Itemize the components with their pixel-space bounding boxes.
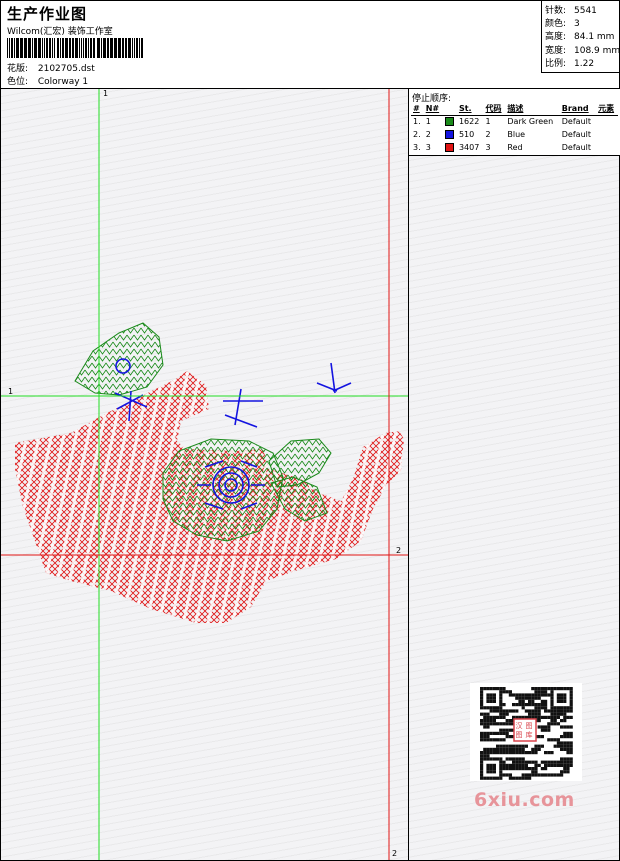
design-stats: 针数: 5541 颜色: 3 高度: 84.1 mm 宽度: 108.9 mm 比例: 1… <box>541 1 620 73</box>
stop-sequence-panel: 停止顺序: # N# St. 代码 描述 Brand 元素 1. 1 1622 … <box>409 89 620 156</box>
qr-code: 汉图图库 <box>470 683 582 781</box>
svg-text:汉: 汉 <box>516 722 523 730</box>
page-title: 生产作业图 <box>7 5 88 23</box>
table-row: 3. 3 3407 3 Red Default <box>413 143 591 152</box>
col-brand: Brand <box>559 102 597 116</box>
col-code: 代码 <box>483 102 506 116</box>
stat-height: 高度: 84.1 mm <box>545 32 615 43</box>
embroidery-design <box>1 89 408 860</box>
colorway-value: Colorway 1 <box>37 77 89 87</box>
color-swatch <box>444 143 454 152</box>
color-swatch <box>444 117 454 127</box>
color-swatch <box>444 130 454 139</box>
stat-width: 宽度: 108.9 mm <box>545 45 620 56</box>
guide-label-h2: 2 <box>396 546 402 555</box>
stat-scale: 比例: 1.22 <box>545 58 595 69</box>
table-row: 2. 2 510 2 Blue Default <box>413 130 591 139</box>
svg-text:图: 图 <box>516 731 523 739</box>
svg-text:图: 图 <box>526 722 533 730</box>
design-file-value: 2102705.dst <box>37 64 95 74</box>
design-file-label: 花版: <box>7 64 29 74</box>
col-n: N# <box>423 102 443 116</box>
barcode <box>7 38 143 58</box>
company-name: Wilcom(汇宏) 装饰工作室 <box>7 27 113 37</box>
guide-label-v2: 2 <box>392 849 398 858</box>
stat-colors: 颜色: 3 <box>545 19 580 30</box>
col-swatch <box>442 102 457 116</box>
col-stitches: St. <box>456 102 484 116</box>
col-index: # <box>411 102 424 116</box>
design-file-row: 花版: 2102705.dst <box>7 63 95 76</box>
header-panel: 生产作业图 Wilcom(汇宏) 装饰工作室 花版: 2102705.dst 色… <box>0 0 620 88</box>
stop-sequence-table: # N# St. 代码 描述 Brand 元素 1. 1 1622 1 Dark… <box>411 102 618 154</box>
stat-stitches: 针数: 5541 <box>545 6 597 16</box>
col-description: 描述 <box>505 102 560 116</box>
svg-text:库: 库 <box>526 730 533 739</box>
table-row: 1. 1 1622 1 Dark Green Default <box>413 117 591 127</box>
watermark-text: 6xiu.com <box>474 789 575 811</box>
design-preview: 1 1 2 2 <box>0 88 409 861</box>
guide-label-h1: 1 <box>8 387 14 396</box>
table-header-row: # N# St. 代码 描述 Brand 元素 <box>411 102 618 116</box>
col-element: 元素 <box>596 102 618 116</box>
guide-label-v1: 1 <box>103 89 109 98</box>
